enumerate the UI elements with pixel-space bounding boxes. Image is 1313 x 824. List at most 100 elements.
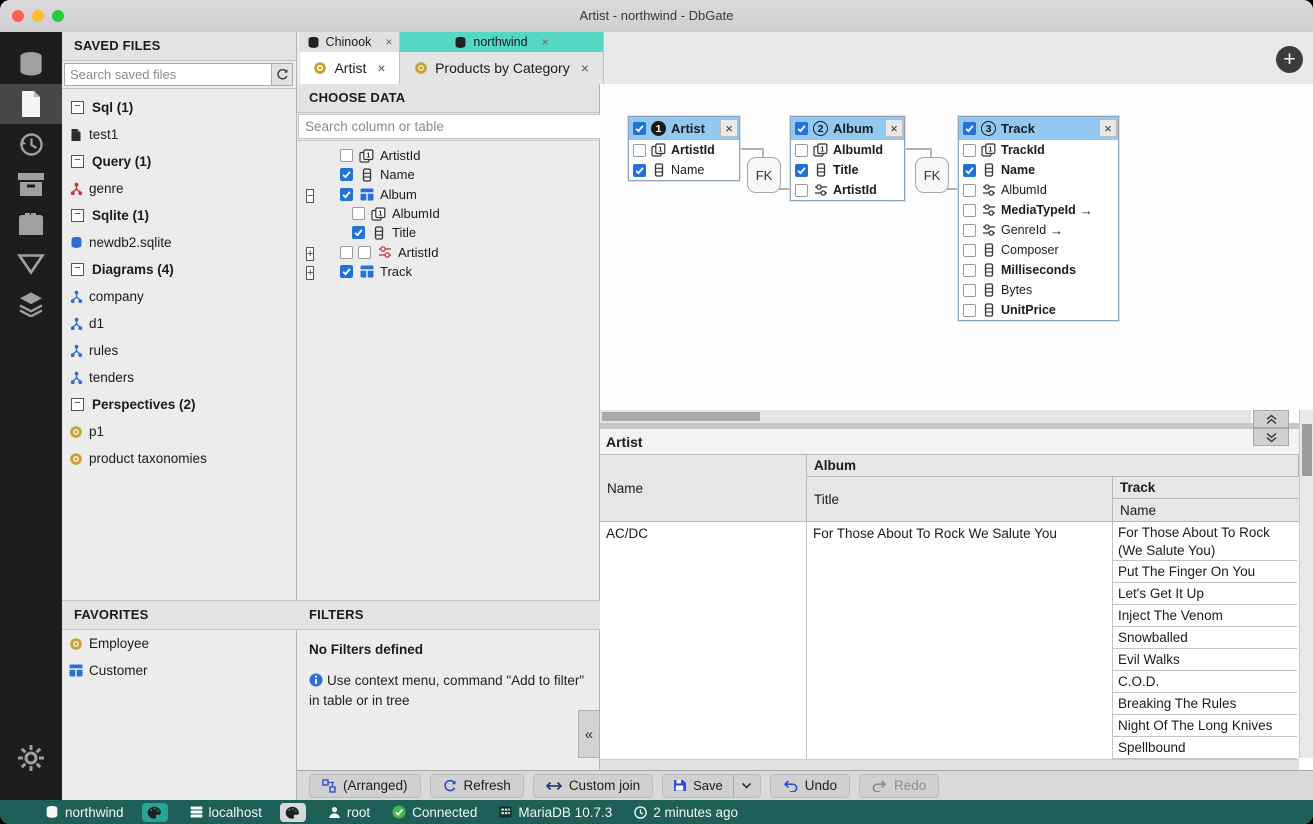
cell-album-title[interactable]: For Those About To Rock We Salute You — [807, 522, 1113, 759]
horizontal-scrollbar[interactable] — [600, 410, 1251, 423]
column-header-album-title[interactable]: Title — [807, 477, 1113, 522]
saved-files-group[interactable]: −Diagrams (4) — [62, 256, 297, 283]
checkbox[interactable] — [963, 264, 976, 277]
saved-file-item[interactable]: product taxonomies — [62, 445, 297, 472]
expand-toggle[interactable]: + — [306, 266, 314, 280]
column-group-album[interactable]: Album — [807, 455, 1299, 477]
designer-table-album[interactable]: 2 Album ×1AlbumIdTitleArtistId — [790, 116, 905, 201]
close-tab-icon[interactable]: × — [581, 60, 589, 76]
saved-file-item[interactable]: p1 — [62, 418, 297, 445]
node-column-name[interactable]: Name — [629, 160, 739, 180]
choose-data-row[interactable]: − Album — [297, 185, 599, 204]
choose-data-row[interactable]: Title — [297, 223, 599, 242]
close-tab-icon[interactable]: × — [385, 35, 392, 49]
cell-track-name[interactable]: Breaking The Rules — [1113, 693, 1297, 715]
checkbox[interactable] — [633, 122, 646, 135]
collapse-toggle[interactable]: − — [71, 263, 84, 276]
column-group-track[interactable]: Track — [1113, 477, 1299, 499]
checkbox[interactable] — [963, 184, 976, 197]
column-search-input[interactable] — [298, 114, 604, 139]
checkbox[interactable] — [795, 122, 808, 135]
checkbox[interactable] — [963, 244, 976, 257]
checkbox[interactable] — [963, 224, 976, 237]
favorite-item[interactable]: Customer — [62, 657, 297, 684]
checkbox[interactable] — [963, 164, 976, 177]
close-node-button[interactable]: × — [720, 119, 738, 137]
choose-data-row[interactable]: 1 AlbumId — [297, 204, 599, 223]
saved-file-item[interactable]: d1 — [62, 310, 297, 337]
close-tab-icon[interactable]: × — [542, 35, 549, 49]
checkbox[interactable] — [795, 144, 808, 157]
node-column-composer[interactable]: Composer — [959, 240, 1118, 260]
saved-file-item[interactable]: tenders — [62, 364, 297, 391]
cell-track-name[interactable]: Spellbound — [1113, 737, 1297, 759]
designer-table-track[interactable]: 3 Track ×1TrackIdNameAlbumIdMediaTypeId→… — [958, 116, 1119, 321]
scrollbar-thumb[interactable] — [1302, 424, 1312, 476]
nav-filter-triangle-button[interactable] — [0, 244, 62, 284]
checkbox[interactable] — [963, 204, 976, 217]
node-column-albumid[interactable]: 1AlbumId — [791, 140, 904, 160]
refresh-button[interactable]: Refresh — [430, 774, 524, 798]
cell-track-name[interactable]: For Those About To Rock (We Salute You) — [1113, 522, 1297, 561]
cell-track-name[interactable]: Let's Get It Up — [1113, 583, 1297, 605]
add-node-button[interactable]: + — [1276, 46, 1303, 73]
saved-file-item[interactable]: newdb2.sqlite — [62, 229, 297, 256]
node-header[interactable]: 2 Album × — [791, 117, 904, 140]
choose-data-row[interactable]: + Track — [297, 262, 599, 281]
checkbox[interactable] — [352, 226, 365, 239]
nav-file-button[interactable] — [0, 84, 62, 124]
close-node-button[interactable]: × — [1099, 119, 1117, 137]
cell-track-name[interactable]: Night Of The Long Knives — [1113, 715, 1297, 737]
checkbox[interactable] — [358, 246, 371, 259]
saved-file-item[interactable]: rules — [62, 337, 297, 364]
checkbox[interactable] — [340, 265, 353, 278]
designer-table-artist[interactable]: 1 Artist ×1ArtistIdName — [628, 116, 740, 181]
column-header-artist-name[interactable]: Name — [600, 455, 807, 522]
column-header-track-name[interactable]: Name — [1113, 499, 1299, 522]
refresh-files-button[interactable] — [271, 63, 293, 86]
saved-file-item[interactable]: genre — [62, 175, 297, 202]
tab-database-chinook[interactable]: Chinook × — [300, 32, 400, 52]
expand-toggle[interactable]: + — [306, 247, 314, 261]
scroll-down-button[interactable] — [1253, 428, 1289, 446]
choose-data-row[interactable]: + ArtistId — [297, 242, 599, 261]
checkbox[interactable] — [963, 284, 976, 297]
collapse-panel-button[interactable]: « — [578, 710, 600, 758]
node-column-artistid[interactable]: ArtistId — [791, 180, 904, 200]
saved-files-group[interactable]: −Sqlite (1) — [62, 202, 297, 229]
cell-artist-name[interactable]: AC/DC — [600, 522, 807, 759]
tab-file-products-by-category[interactable]: Products by Category × — [400, 52, 604, 84]
fk-join-badge[interactable]: FK — [915, 157, 949, 193]
node-column-name[interactable]: Name — [959, 160, 1118, 180]
saved-file-item[interactable]: test1 — [62, 121, 297, 148]
status-database[interactable]: northwind — [45, 805, 124, 820]
save-button[interactable]: Save — [663, 775, 733, 797]
nav-gear-button[interactable] — [0, 744, 62, 772]
saved-files-group[interactable]: −Query (1) — [62, 148, 297, 175]
fk-join-badge[interactable]: FK — [747, 157, 781, 193]
tab-database-northwind[interactable]: northwind × — [400, 32, 604, 52]
status-host[interactable]: localhost — [190, 805, 262, 820]
collapse-toggle[interactable]: − — [71, 209, 84, 222]
saved-files-group[interactable]: −Perspectives (2) — [62, 391, 297, 418]
checkbox[interactable] — [352, 207, 365, 220]
redo-button[interactable]: Redo — [859, 774, 939, 798]
expand-toggle[interactable]: − — [306, 189, 314, 203]
node-column-trackid[interactable]: 1TrackId — [959, 140, 1118, 160]
checkbox[interactable] — [795, 164, 808, 177]
node-column-albumid[interactable]: AlbumId — [959, 180, 1118, 200]
nav-layers-button[interactable] — [0, 284, 62, 324]
node-column-unitprice[interactable]: UnitPrice — [959, 300, 1118, 320]
save-dropdown-button[interactable] — [733, 775, 760, 797]
nav-archive-button[interactable] — [0, 164, 62, 204]
saved-file-item[interactable]: company — [62, 283, 297, 310]
choose-data-row[interactable]: Name — [297, 165, 599, 184]
close-tab-icon[interactable]: × — [377, 60, 385, 76]
connection-color-button[interactable] — [280, 803, 306, 822]
scrollbar-thumb[interactable] — [602, 412, 760, 421]
checkbox[interactable] — [795, 184, 808, 197]
arranged-button[interactable]: (Arranged) — [309, 774, 421, 798]
saved-files-group[interactable]: −Sql (1) — [62, 94, 297, 121]
close-node-button[interactable]: × — [885, 119, 903, 137]
cell-track-name[interactable]: Evil Walks — [1113, 649, 1297, 671]
